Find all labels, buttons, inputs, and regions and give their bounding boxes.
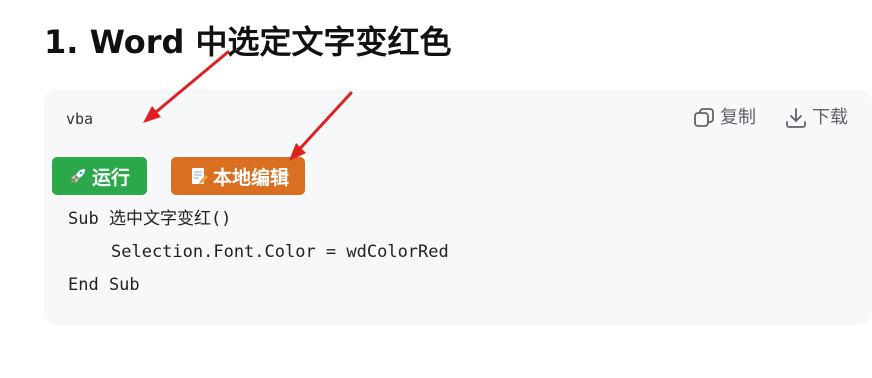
code-language-label: vba [66,110,94,128]
code-content: Sub 选中文字变红() Selection.Font.Color = wdCol… [68,203,449,302]
copy-button[interactable]: 复制 [692,105,756,131]
rocket-icon [68,166,88,186]
code-actions: 运行 本地编辑 [52,157,305,195]
memo-icon [189,166,209,186]
local-edit-label: 本地编辑 [213,166,290,189]
code-line: Sub 选中文字变红() [68,209,232,229]
local-edit-button[interactable]: 本地编辑 [171,157,305,195]
code-toolbar: 复制 下载 [692,105,848,131]
download-button[interactable]: 下载 [784,105,848,131]
download-label: 下载 [812,107,848,128]
code-line: Selection.Font.Color = wdColorRed [111,242,449,262]
download-icon [784,106,808,130]
code-block: vba 复制 下载 运行 本地编辑 Sub 选中文字变红() Selection… [44,89,872,325]
page-heading: 1. Word 中选定文字变红色 [44,23,452,61]
run-button[interactable]: 运行 [52,157,147,195]
code-line: End Sub [68,275,140,295]
run-label: 运行 [92,166,131,189]
page: 1. Word 中选定文字变红色 vba 复制 下载 运行 本地编辑 Sub 选… [0,0,872,378]
copy-label: 复制 [720,107,756,128]
copy-icon [692,106,716,130]
